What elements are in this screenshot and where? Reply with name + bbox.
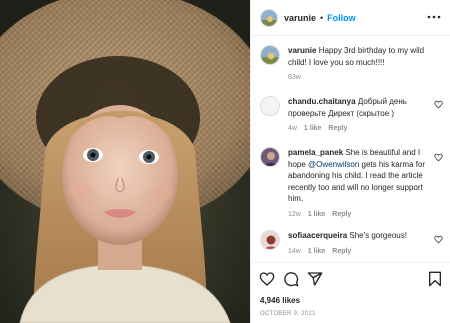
reply-button[interactable]: Reply bbox=[332, 248, 351, 255]
heart-icon[interactable] bbox=[259, 271, 275, 287]
comment-time: 4w bbox=[288, 125, 297, 132]
post-header: varunie • Follow bbox=[251, 0, 450, 36]
heart-icon[interactable] bbox=[434, 235, 443, 244]
separator-dot: • bbox=[320, 12, 324, 23]
post-date: OCTOBER 9, 2021 bbox=[260, 311, 316, 317]
comment-likes[interactable]: 1 like bbox=[308, 211, 326, 218]
comment-likes[interactable]: 1 like bbox=[304, 125, 322, 132]
more-options-icon[interactable] bbox=[427, 12, 441, 22]
heart-icon[interactable] bbox=[434, 100, 443, 109]
comment-time: 63w bbox=[288, 74, 301, 81]
commenter-avatar[interactable] bbox=[260, 147, 280, 167]
comment-icon[interactable] bbox=[283, 271, 299, 287]
post-caption: varunie Happy 3rd birthday to my wild ch… bbox=[260, 45, 445, 84]
comment-username[interactable]: chandu.chaitanya bbox=[288, 97, 356, 106]
commenter-avatar[interactable] bbox=[260, 96, 280, 116]
post-photo[interactable] bbox=[0, 0, 250, 323]
author-username[interactable]: varunie bbox=[284, 13, 316, 23]
comment-item: chandu.chaitanya Добрый день проверьте Д… bbox=[260, 96, 445, 135]
comment-item: pamela_panek She is beautiful and I hope… bbox=[260, 147, 445, 220]
likes-count[interactable]: 4,946 likes bbox=[260, 296, 300, 305]
comment-username[interactable]: varunie bbox=[288, 46, 316, 55]
author-avatar[interactable] bbox=[260, 45, 280, 65]
post-actions-bar bbox=[251, 262, 450, 292]
comment-username[interactable]: pamela_panek bbox=[288, 148, 343, 157]
comment-likes[interactable]: 1 like bbox=[308, 248, 326, 255]
comment-username[interactable]: sofiaacerqueira bbox=[288, 231, 347, 240]
share-icon[interactable] bbox=[307, 271, 323, 287]
commenter-avatar[interactable] bbox=[260, 230, 280, 250]
heart-icon[interactable] bbox=[434, 153, 443, 162]
child-in-straw-hat-image bbox=[0, 0, 250, 323]
author-avatar[interactable] bbox=[260, 8, 278, 27]
follow-button[interactable]: Follow bbox=[327, 13, 356, 23]
comment-time: 12w bbox=[288, 210, 301, 218]
mention-link[interactable]: @Owenwilson bbox=[308, 160, 359, 169]
comment-time: 14w bbox=[288, 247, 301, 255]
reply-button[interactable]: Reply bbox=[332, 211, 351, 218]
reply-button[interactable]: Reply bbox=[328, 125, 347, 132]
bookmark-icon[interactable] bbox=[427, 271, 443, 287]
comment-item: sofiaacerqueira She's gorgeous! 14w 1 li… bbox=[260, 230, 445, 257]
comment-text: She's gorgeous! bbox=[349, 231, 407, 240]
post-detail-panel: varunie • Follow varunie Happy 3rd birth… bbox=[250, 0, 450, 323]
